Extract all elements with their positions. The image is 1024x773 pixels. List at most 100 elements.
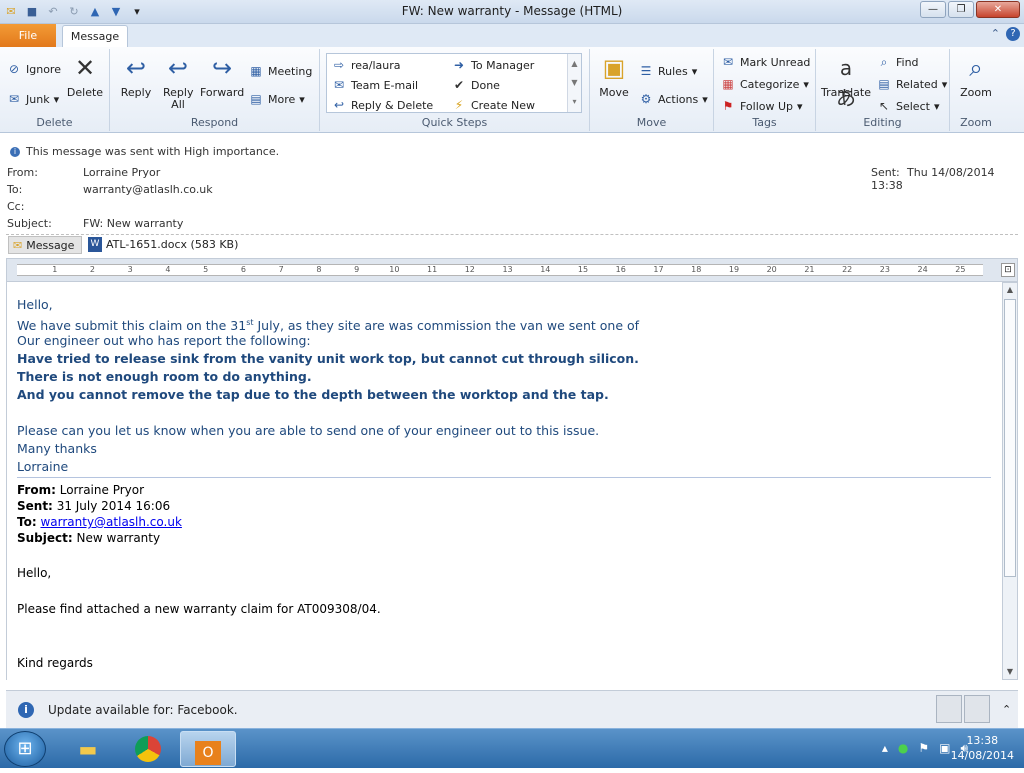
- fwd-line: Please find attached a new warranty clai…: [17, 602, 381, 616]
- meeting-button[interactable]: ▦ Meeting: [248, 63, 312, 79]
- follow-up-button[interactable]: ⚑ Follow Up ▾: [720, 98, 803, 114]
- body-line3: Please can you let us know when you are …: [17, 423, 600, 438]
- rules-button[interactable]: ☰ Rules ▾: [638, 63, 698, 79]
- quick-steps-group: ⇨ rea/laura ➜ To Manager ✉ Team E-mail ✔ Don…: [320, 49, 590, 131]
- scroll-thumb[interactable]: [1004, 299, 1016, 577]
- actions-button[interactable]: ⚙ Actions ▾: [638, 91, 708, 107]
- start-button[interactable]: ⊞: [4, 731, 46, 767]
- ruler-mark: 9: [354, 265, 360, 274]
- quick-step-team-email[interactable]: ✉ Team E-mail: [331, 77, 418, 93]
- junk-button[interactable]: ✉ Junk ▾: [6, 91, 59, 107]
- scroll-up-arrow[interactable]: ▲: [1003, 283, 1017, 297]
- categorize-button[interactable]: ▦ Categorize ▾: [720, 76, 809, 92]
- related-button[interactable]: ▤ Related ▾: [876, 76, 947, 92]
- ruler-mark: 24: [917, 265, 928, 274]
- chrome-taskbar-icon[interactable]: [120, 731, 176, 767]
- group-label: Respond: [190, 116, 239, 129]
- fwd-to-link[interactable]: warranty@atlaslh.co.uk: [40, 515, 181, 529]
- ruler-mark: 5: [203, 265, 209, 274]
- ruler-mark: 18: [691, 265, 702, 274]
- quick-step-reply-delete[interactable]: ↩ Reply & Delete: [331, 97, 433, 113]
- message-body: Hello, We have submit this claim on the …: [6, 282, 1002, 680]
- people-pane-avatar[interactable]: [964, 695, 990, 723]
- ruler-mark: 22: [842, 265, 853, 274]
- flag-icon: ⚑: [722, 99, 734, 113]
- group-label: Tags: [752, 116, 777, 129]
- reply-all-button[interactable]: ↩ Reply All: [158, 53, 198, 111]
- group-label: Zoom: [960, 116, 992, 129]
- quick-steps-gallery: ⇨ rea/laura ➜ To Manager ✉ Team E-mail ✔ Don…: [326, 53, 582, 113]
- delete-button[interactable]: ✕ Delete: [66, 53, 104, 99]
- forward-mail-icon: ➜: [453, 58, 465, 72]
- maximize-button[interactable]: ❐: [948, 1, 974, 18]
- close-button[interactable]: ✕: [976, 1, 1020, 18]
- delete-x-icon: ✕: [74, 54, 96, 82]
- explorer-taskbar-icon[interactable]: ▬: [60, 731, 116, 767]
- tab-file[interactable]: File: [0, 24, 56, 47]
- fwd-subject: Subject: New warranty: [17, 531, 161, 545]
- categorize-icon: ▦: [722, 77, 734, 91]
- body-bold3: And you cannot remove the tap due to the…: [17, 387, 609, 402]
- ruler-mark: 25: [955, 265, 966, 274]
- minimize-button[interactable]: —: [920, 1, 946, 18]
- reply-delete-icon: ↩: [333, 98, 345, 112]
- quick-step-rea-laura[interactable]: ⇨ rea/laura: [331, 57, 401, 73]
- ruler-mark: 10: [389, 265, 400, 274]
- clock[interactable]: 13:38 14/08/2014: [951, 733, 1014, 763]
- select-button[interactable]: ↖ Select ▾: [876, 98, 940, 114]
- tab-message[interactable]: Message: [62, 25, 128, 47]
- ruler-mark: 7: [278, 265, 284, 274]
- help-icon[interactable]: ?: [1006, 27, 1020, 41]
- quick-step-done[interactable]: ✔ Done: [451, 77, 500, 93]
- body-bold1: Have tried to release sink from the vani…: [17, 351, 639, 366]
- vertical-scrollbar[interactable]: ▲ ▼: [1002, 282, 1018, 680]
- ruler-mark: 14: [540, 265, 551, 274]
- window-title: FW: New warranty - Message (HTML): [401, 4, 623, 18]
- calendar-icon: ▦: [250, 64, 262, 78]
- select-cursor-icon: ↖: [878, 99, 890, 113]
- mark-unread-button[interactable]: ✉ Mark Unread: [720, 54, 810, 70]
- junk-icon: ✉: [8, 92, 20, 106]
- reply-button[interactable]: ↩ Reply: [118, 53, 154, 99]
- minimize-ribbon-icon[interactable]: ⌃: [991, 27, 1000, 41]
- move-folder-icon: ▣: [602, 54, 626, 82]
- to-row: To: warranty@atlaslh.co.uk: [7, 183, 213, 196]
- actions-icon: ⚙: [640, 92, 652, 106]
- translate-button[interactable]: aあ Translate: [820, 53, 872, 110]
- ruler-mark: 21: [804, 265, 815, 274]
- ruler-mark: 15: [577, 265, 589, 274]
- network-status-icon[interactable]: ●: [898, 741, 908, 756]
- tags-group: ✉ Mark Unread ▦ Categorize ▾ ⚑ Follow Up ▾ Ta…: [714, 49, 816, 131]
- find-button[interactable]: ⌕ Find: [876, 54, 919, 70]
- body-bold2: There is not enough room to do anything.: [17, 369, 312, 384]
- editing-group: aあ Translate ⌕ Find ▤ Related ▾ ↖ Select ▾ Edi…: [816, 49, 950, 131]
- forward-icon: ↪: [211, 54, 233, 82]
- message-attachment-tab[interactable]: ✉ Message: [8, 236, 82, 254]
- ruler: 1 2 3 4 5 6 7 8 9 10 11 12 13 14 15 16 17 18 19 20 21 22 23 24 2…: [6, 258, 1018, 282]
- recipient[interactable]: warranty@atlaslh.co.uk: [83, 183, 213, 196]
- move-button[interactable]: ▣ Move: [596, 53, 632, 99]
- attachment-file[interactable]: W ATL-1651.docx (583 KB): [88, 237, 238, 252]
- ignore-button[interactable]: ⊘ Ignore: [6, 61, 61, 77]
- network-icon[interactable]: ▣: [939, 741, 950, 756]
- ruler-toggle-icon[interactable]: ⊡: [1001, 263, 1015, 277]
- zoom-button[interactable]: ⌕ Zoom: [956, 53, 996, 99]
- scroll-down-arrow[interactable]: ▼: [1003, 665, 1017, 679]
- quick-steps-scroll[interactable]: ▲ ▼ ▾: [567, 54, 581, 112]
- people-pane-avatar[interactable]: [936, 695, 962, 723]
- show-hidden-icons[interactable]: ▴: [882, 741, 888, 756]
- more-button[interactable]: ▤ More ▾: [248, 91, 304, 107]
- group-label: Editing: [863, 116, 902, 129]
- ruler-mark: 23: [879, 265, 890, 274]
- move-group: ▣ Move ☰ Rules ▾ ⚙ Actions ▾ Move: [590, 49, 714, 131]
- sender-name[interactable]: Lorraine Pryor: [83, 166, 160, 179]
- forward-button[interactable]: ↪ Forward: [200, 53, 244, 99]
- ruler-mark: 17: [653, 265, 664, 274]
- expand-people-pane-icon[interactable]: ⌃: [1002, 703, 1011, 716]
- quick-step-create-new[interactable]: ⚡ Create New: [451, 97, 535, 113]
- action-center-flag-icon[interactable]: ⚑: [918, 741, 929, 756]
- outlook-taskbar-icon[interactable]: O: [180, 731, 236, 767]
- cc-row: Cc:: [7, 200, 25, 213]
- lightning-icon: ⚡: [454, 98, 464, 112]
- quick-step-to-manager[interactable]: ➜ To Manager: [451, 57, 534, 73]
